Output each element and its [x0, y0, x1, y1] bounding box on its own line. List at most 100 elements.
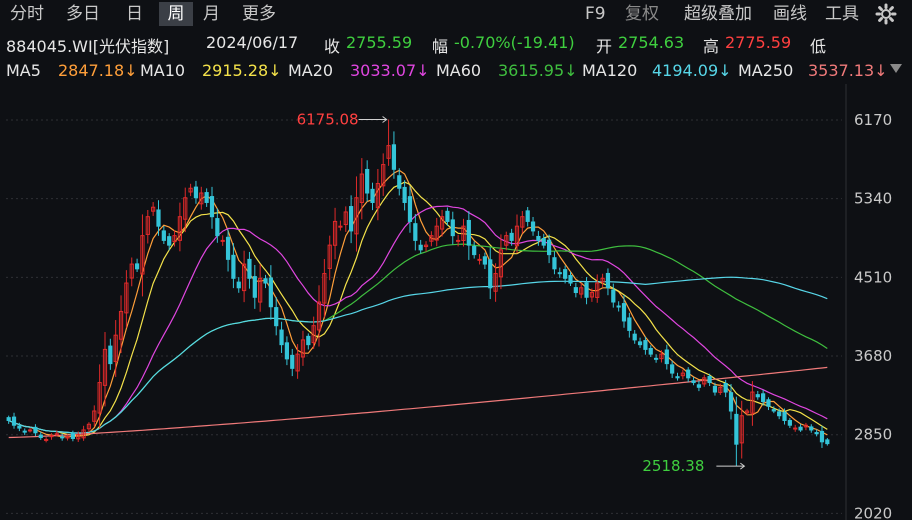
candle[interactable] [108, 338, 113, 370]
candle[interactable] [124, 270, 129, 328]
candle[interactable] [386, 119, 391, 166]
candle[interactable] [616, 301, 621, 312]
candle[interactable] [49, 433, 54, 440]
candle[interactable] [520, 211, 525, 234]
candle[interactable] [402, 180, 407, 211]
candle[interactable] [199, 186, 204, 210]
candle[interactable] [809, 424, 814, 433]
candle[interactable] [236, 277, 241, 293]
candle[interactable] [696, 381, 702, 392]
candle[interactable] [161, 225, 166, 245]
candle[interactable] [434, 217, 439, 247]
candle[interactable] [573, 282, 578, 298]
tools-button[interactable]: 工具 [825, 2, 867, 26]
candle[interactable] [793, 424, 798, 432]
candle[interactable] [177, 202, 183, 252]
candle[interactable] [349, 195, 354, 244]
candle[interactable] [327, 235, 332, 281]
overlay-button[interactable]: 超级叠加 [684, 2, 764, 26]
adjust-button[interactable]: 复权 [625, 2, 667, 26]
candle[interactable] [290, 348, 295, 377]
candle[interactable] [632, 330, 637, 344]
candle[interactable] [664, 344, 669, 370]
candle[interactable] [300, 330, 306, 366]
candle[interactable] [525, 207, 530, 227]
candle[interactable] [22, 428, 27, 435]
candle[interactable] [129, 257, 134, 287]
candle[interactable] [482, 252, 487, 270]
candle[interactable] [151, 202, 156, 216]
candle[interactable] [439, 209, 445, 237]
candle[interactable] [493, 263, 498, 302]
candle[interactable] [193, 180, 199, 204]
candle[interactable] [204, 188, 209, 207]
candle[interactable] [605, 268, 611, 296]
candle[interactable] [766, 397, 771, 411]
candle[interactable] [6, 415, 11, 424]
candle[interactable] [541, 233, 546, 249]
candle[interactable] [86, 422, 92, 433]
candle[interactable] [284, 336, 290, 366]
candle[interactable] [670, 360, 675, 379]
candle[interactable] [370, 182, 375, 211]
candle[interactable] [488, 247, 493, 300]
candle[interactable] [11, 412, 17, 429]
gear-icon[interactable] [875, 2, 899, 26]
candle[interactable] [140, 214, 145, 297]
tab-weekly[interactable]: 周 [159, 2, 193, 26]
candle[interactable] [279, 321, 284, 353]
candle[interactable] [365, 160, 370, 202]
candle[interactable] [268, 265, 273, 320]
candle[interactable] [274, 296, 279, 336]
candle[interactable] [113, 320, 118, 377]
candle[interactable] [27, 427, 33, 433]
candle[interactable] [498, 234, 504, 290]
candle[interactable] [381, 153, 386, 196]
candle[interactable] [338, 220, 343, 231]
candle[interactable] [375, 168, 380, 221]
candle[interactable] [461, 218, 466, 247]
candle[interactable] [530, 216, 536, 236]
candle[interactable] [145, 210, 150, 244]
candle[interactable] [450, 211, 455, 245]
candle[interactable] [397, 168, 402, 196]
candle[interactable] [750, 381, 755, 426]
candle[interactable] [787, 418, 792, 428]
candle[interactable] [423, 241, 429, 252]
candle[interactable] [247, 251, 252, 289]
candle[interactable] [209, 186, 215, 229]
candle[interactable] [637, 337, 643, 348]
candle[interactable] [803, 422, 809, 431]
candle[interactable] [600, 273, 605, 287]
tab-monthly[interactable]: 月 [203, 2, 227, 26]
candle[interactable] [407, 186, 413, 233]
candle[interactable] [691, 377, 696, 386]
candle[interactable] [38, 431, 43, 440]
tab-multi-day[interactable]: 多日 [66, 2, 108, 26]
candle[interactable] [241, 250, 247, 303]
candle[interactable] [81, 425, 86, 441]
weekly-candlestick-chart[interactable]: 6175.08 2518.38 6170 5340 4510 3680 2850 2020 [0, 84, 912, 520]
candle[interactable] [391, 131, 397, 179]
draw-line-button[interactable]: 画线 [773, 2, 815, 26]
candle[interactable] [819, 425, 825, 448]
candle[interactable] [413, 214, 418, 251]
candle[interactable] [579, 283, 584, 299]
candle[interactable] [263, 274, 268, 289]
candle[interactable] [686, 367, 691, 383]
candle[interactable] [557, 267, 562, 278]
collapse-triangle-icon[interactable] [888, 60, 904, 80]
candle[interactable] [252, 264, 257, 309]
candle[interactable] [504, 231, 509, 251]
candle[interactable] [134, 258, 140, 272]
candle[interactable] [429, 231, 434, 247]
candle[interactable] [798, 424, 803, 432]
candle[interactable] [825, 438, 830, 446]
tab-intraday[interactable]: 分时 [10, 2, 52, 26]
candle[interactable] [680, 369, 685, 380]
candle[interactable] [92, 405, 97, 427]
candle[interactable] [472, 241, 477, 259]
candle[interactable] [653, 354, 659, 363]
candle[interactable] [648, 345, 653, 357]
candle[interactable] [627, 312, 632, 338]
